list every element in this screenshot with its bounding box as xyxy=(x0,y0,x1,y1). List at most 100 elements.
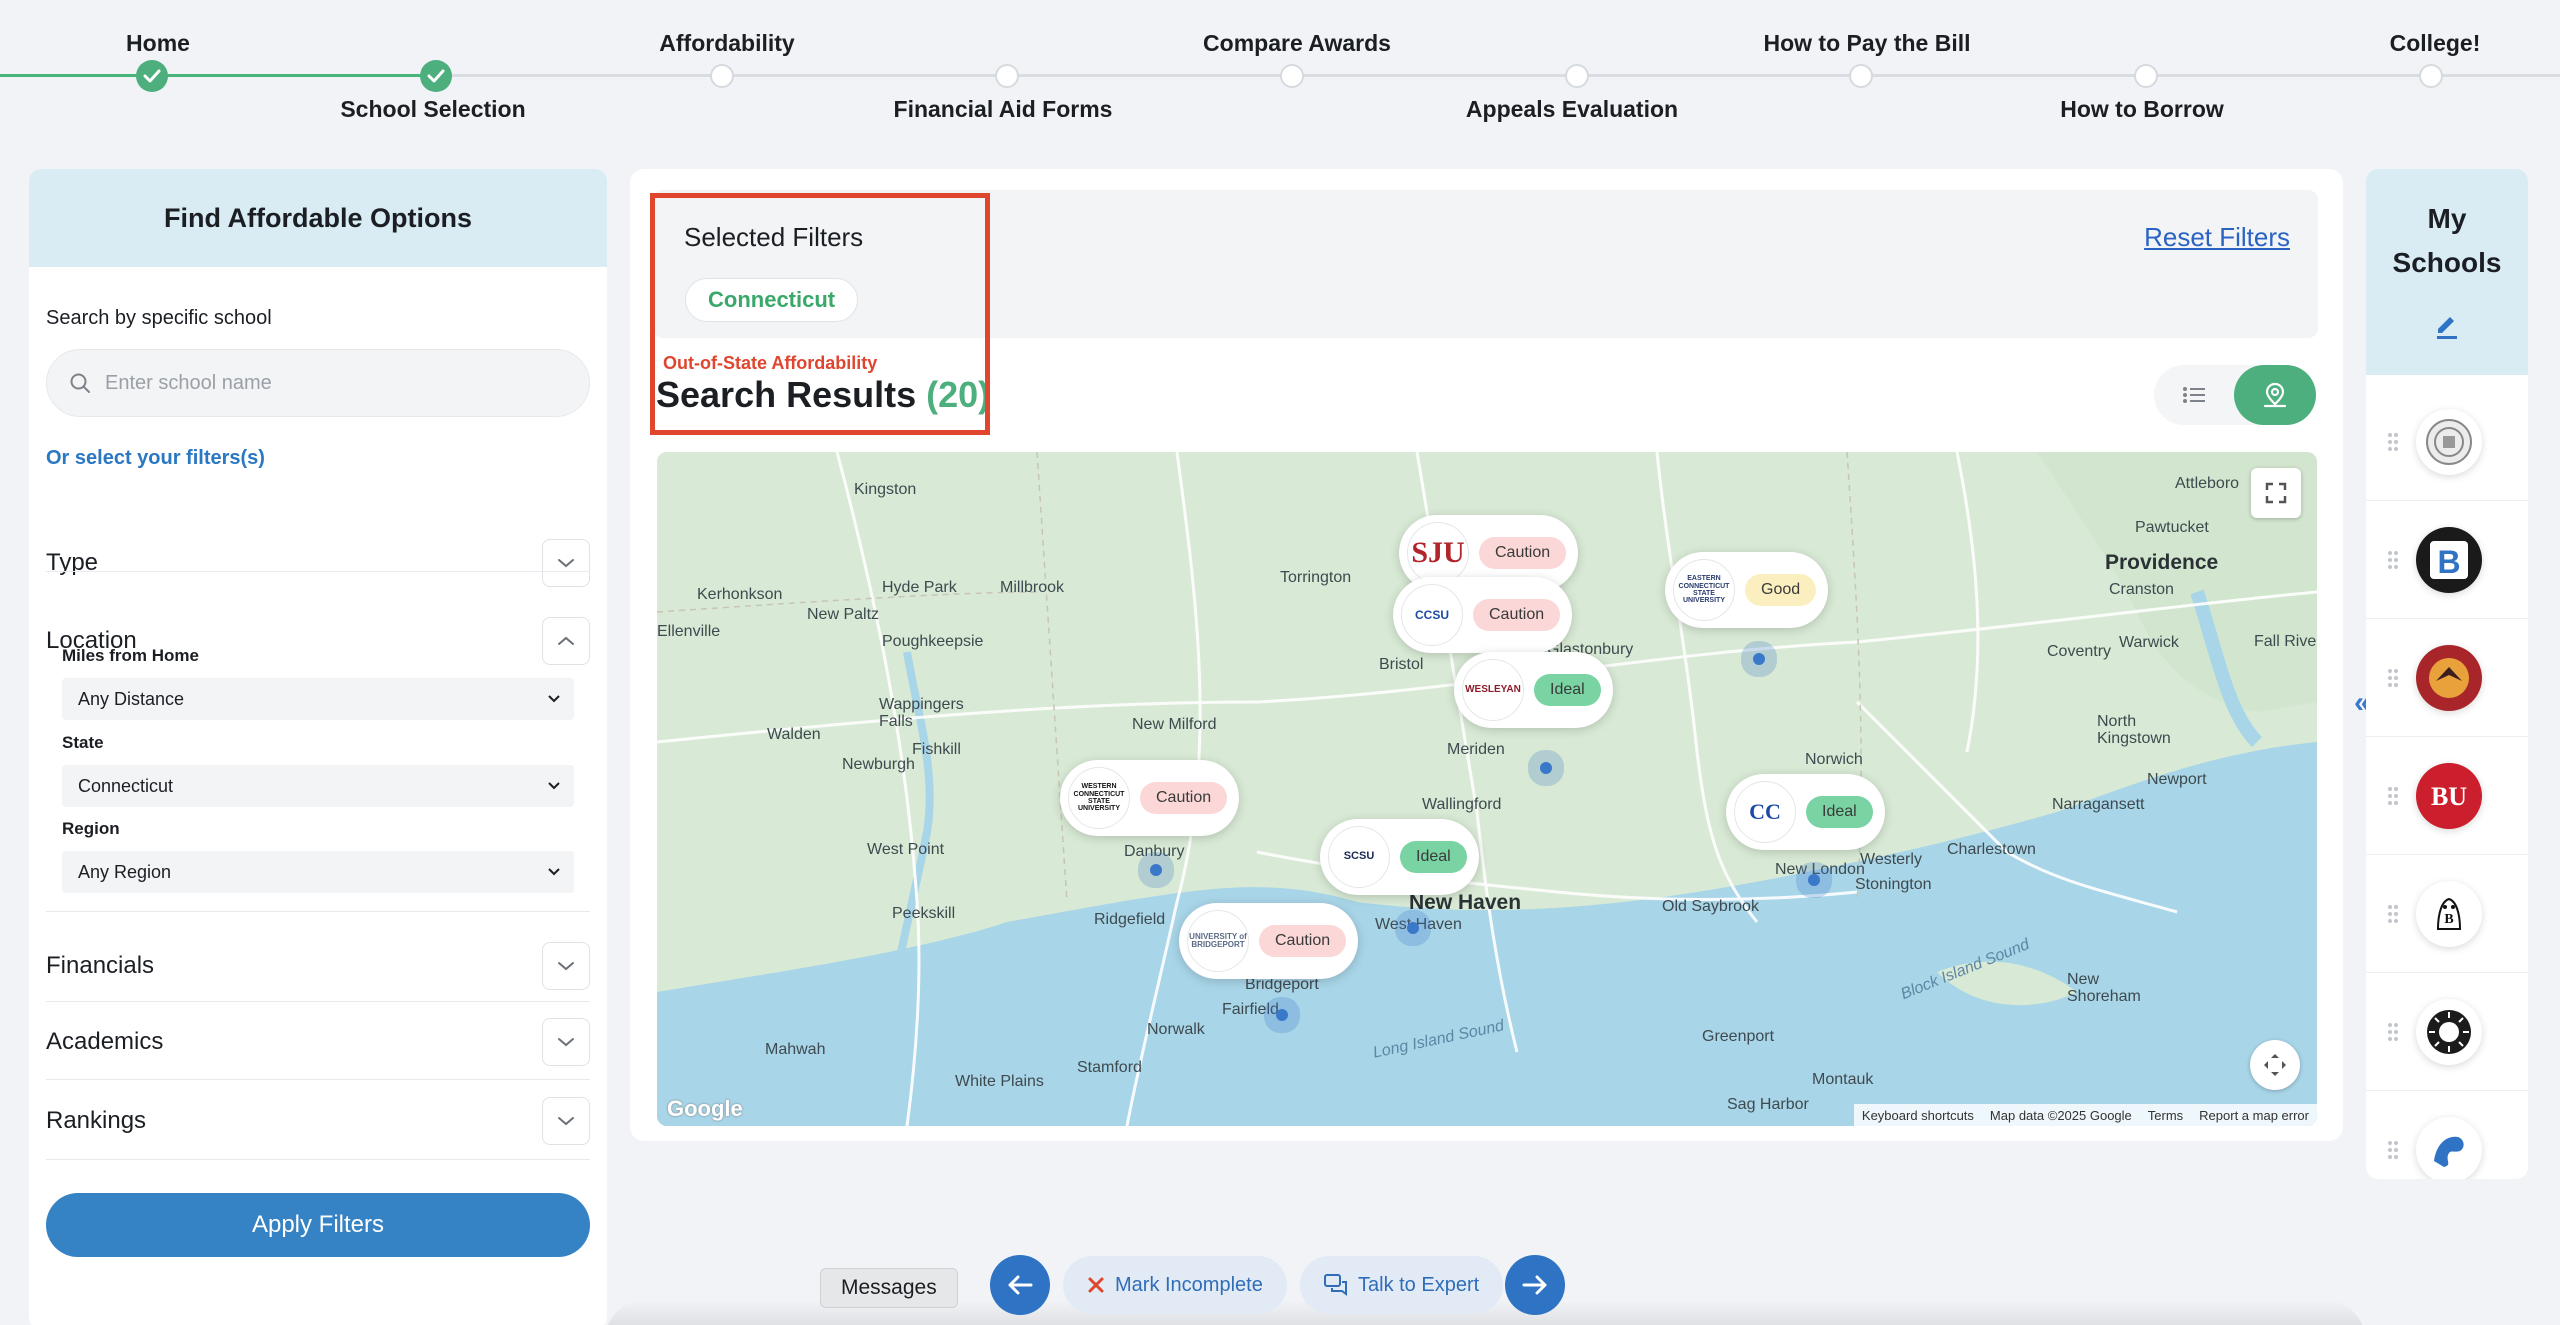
school-marker-cc[interactable]: CC Ideal xyxy=(1726,774,1885,850)
arrow-left-icon xyxy=(1008,1275,1033,1295)
terms-link[interactable]: Terms xyxy=(2148,1108,2183,1123)
my-school-item[interactable] xyxy=(2366,973,2528,1091)
chevron-down-icon[interactable] xyxy=(542,1097,590,1145)
results-map[interactable]: Kingston Kerhonkson New Paltz Hyde Park … xyxy=(657,452,2317,1126)
drag-handle-icon[interactable] xyxy=(2388,1140,2398,1159)
report-map-error-link[interactable]: Report a map error xyxy=(2199,1108,2309,1123)
school-logo-scsu: SCSU xyxy=(1328,826,1390,888)
step-financial-aid-forms-dot[interactable] xyxy=(995,64,1019,88)
school-marker-eastern[interactable]: EASTERN CONNECTICUT STATE UNIVERSITY Goo… xyxy=(1665,552,1829,628)
previous-button[interactable] xyxy=(990,1255,1050,1315)
mark-incomplete-button[interactable]: Mark Incomplete xyxy=(1063,1256,1287,1314)
step-how-to-borrow-label[interactable]: How to Borrow xyxy=(2060,96,2224,123)
map-pin[interactable] xyxy=(1407,922,1419,934)
school-search-input[interactable] xyxy=(105,371,565,395)
drag-handle-icon[interactable] xyxy=(2388,668,2398,687)
school-marker-scsu[interactable]: SCSU Ideal xyxy=(1320,819,1479,895)
my-school-item[interactable] xyxy=(2366,1091,2528,1179)
map-label-newport: Newport xyxy=(2147,771,2207,788)
map-data-attribution: Map data ©2025 Google xyxy=(1989,1107,2132,1123)
map-footer: Keyboard shortcuts Map data ©2025 Google… xyxy=(1853,1104,2317,1126)
my-school-item[interactable] xyxy=(2366,383,2528,501)
drag-handle-icon[interactable] xyxy=(2388,904,2398,923)
miles-select[interactable]: Any Distance xyxy=(62,678,574,720)
step-college-label[interactable]: College! xyxy=(2390,30,2481,57)
accordion-academics[interactable]: Academics xyxy=(46,1013,590,1071)
step-appeals-evaluation-label[interactable]: Appeals Evaluation xyxy=(1466,96,1678,123)
messages-button[interactable]: Messages xyxy=(820,1268,958,1308)
chevron-up-icon[interactable] xyxy=(542,617,590,665)
step-home-label[interactable]: Home xyxy=(126,30,190,57)
divider xyxy=(46,571,590,572)
region-select[interactable]: Any Region xyxy=(62,851,574,893)
step-college-dot[interactable] xyxy=(2419,64,2443,88)
accordion-type[interactable]: Type xyxy=(46,534,590,592)
next-button[interactable] xyxy=(1505,1255,1565,1315)
drag-handle-icon[interactable] xyxy=(2388,1022,2398,1041)
step-how-to-borrow-dot[interactable] xyxy=(2134,64,2158,88)
chevron-down-icon[interactable] xyxy=(542,1018,590,1066)
step-home-dot[interactable] xyxy=(136,60,168,92)
or-select-filters-link[interactable]: Or select your filters(s) xyxy=(46,447,265,470)
my-school-item[interactable]: B xyxy=(2366,501,2528,619)
miles-select-value: Any Distance xyxy=(78,688,185,709)
map-label-poughkeepsie: Poughkeepsie xyxy=(882,633,984,650)
map-pin[interactable] xyxy=(1540,762,1552,774)
my-school-item[interactable]: BU xyxy=(2366,737,2528,855)
filters-panel: Find Affordable Options Search by specif… xyxy=(29,169,607,1325)
drag-handle-icon[interactable] xyxy=(2388,432,2398,451)
accordion-financials[interactable]: Financials xyxy=(46,937,590,995)
drag-handle-icon[interactable] xyxy=(2388,550,2398,569)
keyboard-shortcuts-link[interactable]: Keyboard shortcuts xyxy=(1862,1108,1974,1123)
check-icon xyxy=(143,69,161,83)
map-label-white-plains: White Plains xyxy=(955,1073,1044,1090)
map-label-ridgefield: Ridgefield xyxy=(1094,911,1166,928)
map-label-kerhonkson: Kerhonkson xyxy=(697,586,783,603)
edit-pencil-icon[interactable] xyxy=(2432,309,2462,339)
school-marker-ccsu[interactable]: CCSU Caution xyxy=(1393,577,1573,653)
step-pay-bill-dot[interactable] xyxy=(1849,64,1873,88)
school-marker-wcsu[interactable]: WESTERN CONNECTICUT STATE UNIVERSITY Cau… xyxy=(1060,760,1240,836)
step-affordability-dot[interactable] xyxy=(710,64,734,88)
map-label-kingston: Kingston xyxy=(854,481,917,498)
reset-filters-link[interactable]: Reset Filters xyxy=(2144,222,2290,253)
my-school-item[interactable]: B xyxy=(2366,855,2528,973)
step-compare-awards-label[interactable]: Compare Awards xyxy=(1203,30,1391,57)
accordion-rankings[interactable]: Rankings xyxy=(46,1092,590,1150)
step-affordability-label[interactable]: Affordability xyxy=(659,30,794,57)
status-badge-caution: Caution xyxy=(1140,782,1228,814)
step-school-selection-dot[interactable] xyxy=(420,60,452,92)
step-appeals-evaluation-dot[interactable] xyxy=(1565,64,1589,88)
talk-to-expert-button[interactable]: Talk to Expert xyxy=(1300,1256,1504,1314)
map-camera-control[interactable] xyxy=(2250,1040,2300,1090)
school-logo-sun-seal xyxy=(2416,998,2482,1065)
state-select[interactable]: Connecticut xyxy=(62,765,574,807)
divider xyxy=(46,911,590,912)
map-pin[interactable] xyxy=(1808,874,1820,886)
map-pin[interactable] xyxy=(1276,1009,1288,1021)
drag-handle-icon[interactable] xyxy=(2388,786,2398,805)
status-badge-caution: Caution xyxy=(1259,925,1347,957)
step-compare-awards-dot[interactable] xyxy=(1280,64,1304,88)
accordion-type-title: Type xyxy=(46,549,99,576)
map-pin[interactable] xyxy=(1150,864,1162,876)
map-label-meriden: Meriden xyxy=(1447,741,1505,758)
fullscreen-button[interactable] xyxy=(2251,468,2301,518)
school-logo-bowdoin: B xyxy=(2416,880,2482,947)
chevron-down-icon[interactable] xyxy=(542,539,590,587)
chevron-down-icon[interactable] xyxy=(542,942,590,990)
school-marker-bridgeport[interactable]: UNIVERSITY of BRIDGEPORT Caution xyxy=(1179,903,1359,979)
map-view-button[interactable] xyxy=(2234,365,2316,425)
list-view-button[interactable] xyxy=(2154,365,2234,425)
apply-filters-button[interactable]: Apply Filters xyxy=(46,1193,590,1257)
step-financial-aid-forms-label[interactable]: Financial Aid Forms xyxy=(894,96,1113,123)
school-search[interactable] xyxy=(46,349,590,417)
status-badge-ideal: Ideal xyxy=(1806,796,1873,828)
step-pay-bill-label[interactable]: How to Pay the Bill xyxy=(1763,30,1970,57)
talk-to-expert-label: Talk to Expert xyxy=(1358,1273,1480,1296)
step-school-selection-label[interactable]: School Selection xyxy=(340,96,525,123)
map-label-norwich: Norwich xyxy=(1805,751,1863,768)
map-pin[interactable] xyxy=(1753,653,1765,665)
my-school-item[interactable] xyxy=(2366,619,2528,737)
school-marker-wesleyan[interactable]: WESLEYAN Ideal xyxy=(1454,652,1613,728)
